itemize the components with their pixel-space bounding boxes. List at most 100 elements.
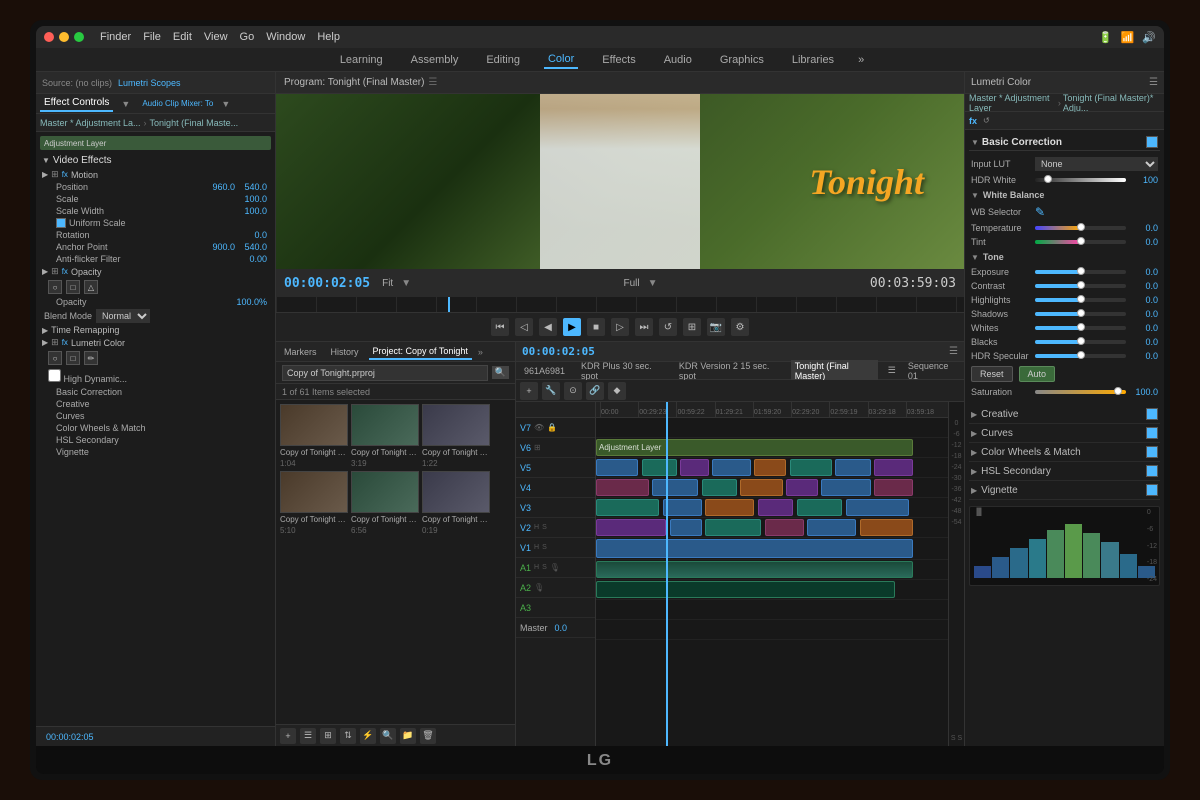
lc-pencil-icon[interactable]: ✏ [84, 351, 98, 365]
opacity-expand-icon[interactable]: ▶ [42, 267, 48, 276]
basic-correction-header[interactable]: ▼ Basic Correction [969, 134, 1160, 151]
tab-audio[interactable]: Audio [660, 52, 696, 68]
tab-color[interactable]: Color [544, 51, 578, 69]
tab-learning[interactable]: Learning [336, 52, 387, 68]
close-button[interactable] [44, 32, 54, 42]
blacks-thumb[interactable] [1077, 337, 1085, 345]
color-wheels-section[interactable]: ▶ Color Wheels & Match [969, 443, 1160, 462]
temperature-thumb[interactable] [1077, 223, 1085, 231]
seq-tab-tonight[interactable]: Tonight (Final Master) [791, 360, 878, 382]
v5-clip-7[interactable] [835, 459, 870, 476]
v5-clip-3[interactable] [680, 459, 708, 476]
playhead-indicator[interactable] [448, 297, 450, 312]
menu-window[interactable]: Window [266, 31, 305, 43]
video-effects-header[interactable]: ▼ Video Effects [40, 153, 271, 168]
automate-button[interactable]: ⚡ [360, 728, 376, 744]
menu-go[interactable]: Go [240, 31, 255, 43]
v5-clip-6[interactable] [790, 459, 832, 476]
lumetri-reset-icon[interactable]: ↺ [983, 116, 990, 125]
tab-editing[interactable]: Editing [482, 52, 524, 68]
v4-clip-4[interactable] [740, 479, 782, 496]
play-button[interactable]: ▶ [563, 318, 581, 336]
vignette-enable[interactable] [1146, 484, 1158, 496]
new-bin-button[interactable]: 📁 [400, 728, 416, 744]
audio-clip-mixer-label[interactable]: Audio Clip Mixer: To [142, 99, 213, 108]
v4-clip-6[interactable] [821, 479, 870, 496]
hsl-section[interactable]: ▶ HSL Secondary [969, 462, 1160, 481]
menu-edit[interactable]: Edit [173, 31, 192, 43]
fit-dropdown[interactable]: ▼ [401, 278, 411, 289]
hdr-specular-slider[interactable] [1035, 354, 1126, 358]
basic-correction-enable[interactable] [1146, 136, 1158, 148]
shadows-slider[interactable] [1035, 312, 1126, 316]
tab-assembly[interactable]: Assembly [407, 52, 463, 68]
maximize-button[interactable] [74, 32, 84, 42]
search-button[interactable]: 🔍 [492, 366, 509, 379]
curves-section[interactable]: ▶ Curves [969, 424, 1160, 443]
media-thumb-img-4[interactable] [280, 471, 348, 513]
media-thumb-img-2[interactable] [351, 404, 419, 446]
sort-button[interactable]: ⇅ [340, 728, 356, 744]
whites-slider[interactable] [1035, 326, 1126, 330]
export-frame-button[interactable]: 📷 [707, 318, 725, 336]
playhead-bar[interactable] [276, 297, 964, 313]
lc-rect-icon[interactable]: □ [66, 351, 80, 365]
vignette-section[interactable]: ▶ Vignette [969, 481, 1160, 500]
blacks-slider[interactable] [1035, 340, 1126, 344]
contrast-slider[interactable] [1035, 284, 1126, 288]
curves-enable[interactable] [1146, 427, 1158, 439]
v5-clip-5[interactable] [754, 459, 786, 476]
track-v1-s[interactable]: S [542, 544, 547, 551]
opacity-rect-icon[interactable]: □ [66, 280, 80, 294]
project-tabs-more[interactable]: » [478, 347, 483, 357]
exposure-thumb[interactable] [1077, 267, 1085, 275]
highlights-slider[interactable] [1035, 298, 1126, 302]
position-y-value[interactable]: 540.0 [239, 182, 267, 192]
v4-clip-2[interactable] [652, 479, 698, 496]
tab-more[interactable]: » [858, 54, 864, 66]
v2-clip-1[interactable] [596, 519, 666, 536]
timeline-menu-icon[interactable]: ☰ [949, 346, 958, 357]
v5-clip-8[interactable] [874, 459, 913, 476]
menu-view[interactable]: View [204, 31, 228, 43]
color-wheels-enable[interactable] [1146, 446, 1158, 458]
v3-clip-1[interactable] [596, 499, 659, 516]
curves-sub[interactable]: Curves [40, 410, 271, 422]
media-thumb-img-5[interactable] [351, 471, 419, 513]
creative-section[interactable]: ▶ Creative [969, 405, 1160, 424]
add-track-button[interactable]: + [520, 382, 538, 400]
track-a2-mic[interactable]: 🎙 [534, 583, 544, 592]
tab-project-copy[interactable]: Project: Copy of Tonight [369, 344, 472, 360]
v4-clip-5[interactable] [786, 479, 818, 496]
anchor-x-value[interactable]: 900.0 [207, 242, 235, 252]
breadcrumb-seq[interactable]: Tonight (Final Maste... [150, 118, 239, 128]
input-lut-select[interactable]: None [1035, 157, 1158, 171]
reset-button[interactable]: Reset [971, 366, 1013, 382]
creative-enable[interactable] [1146, 408, 1158, 420]
track-v7-lock[interactable]: 🔒 [547, 423, 557, 432]
step-forward-button[interactable]: ▷ [611, 318, 629, 336]
tab-graphics[interactable]: Graphics [716, 52, 768, 68]
v3-clip-3[interactable] [705, 499, 754, 516]
go-to-in-button[interactable]: ⏮ [491, 318, 509, 336]
seq-tab-seq01[interactable]: Sequence 01 [904, 360, 960, 382]
track-a1-s[interactable]: S [542, 564, 547, 571]
v2-clip-3[interactable] [705, 519, 761, 536]
delete-button[interactable]: 🗑 [420, 728, 436, 744]
shadows-thumb[interactable] [1077, 309, 1085, 317]
track-v7-eye[interactable]: 👁 [534, 423, 544, 432]
track-v6-sync[interactable]: ⊞ [534, 443, 541, 452]
v5-clip-4[interactable] [712, 459, 751, 476]
media-thumb-img-1[interactable] [280, 404, 348, 446]
go-to-out-button[interactable]: ⏭ [635, 318, 653, 336]
marker-button[interactable]: ◆ [608, 382, 626, 400]
vignette-sub[interactable]: Vignette [40, 446, 271, 458]
menu-finder[interactable]: Finder [100, 31, 131, 43]
seq-tab-kdr30[interactable]: KDR Plus 30 sec. spot [577, 360, 667, 382]
temperature-slider[interactable] [1035, 226, 1126, 230]
magnet-button[interactable]: ⊙ [564, 382, 582, 400]
rotation-value[interactable]: 0.0 [239, 230, 267, 240]
hsl-enable[interactable] [1146, 465, 1158, 477]
a1-audio-clip[interactable] [596, 561, 913, 578]
grid-view-button[interactable]: ⊞ [320, 728, 336, 744]
